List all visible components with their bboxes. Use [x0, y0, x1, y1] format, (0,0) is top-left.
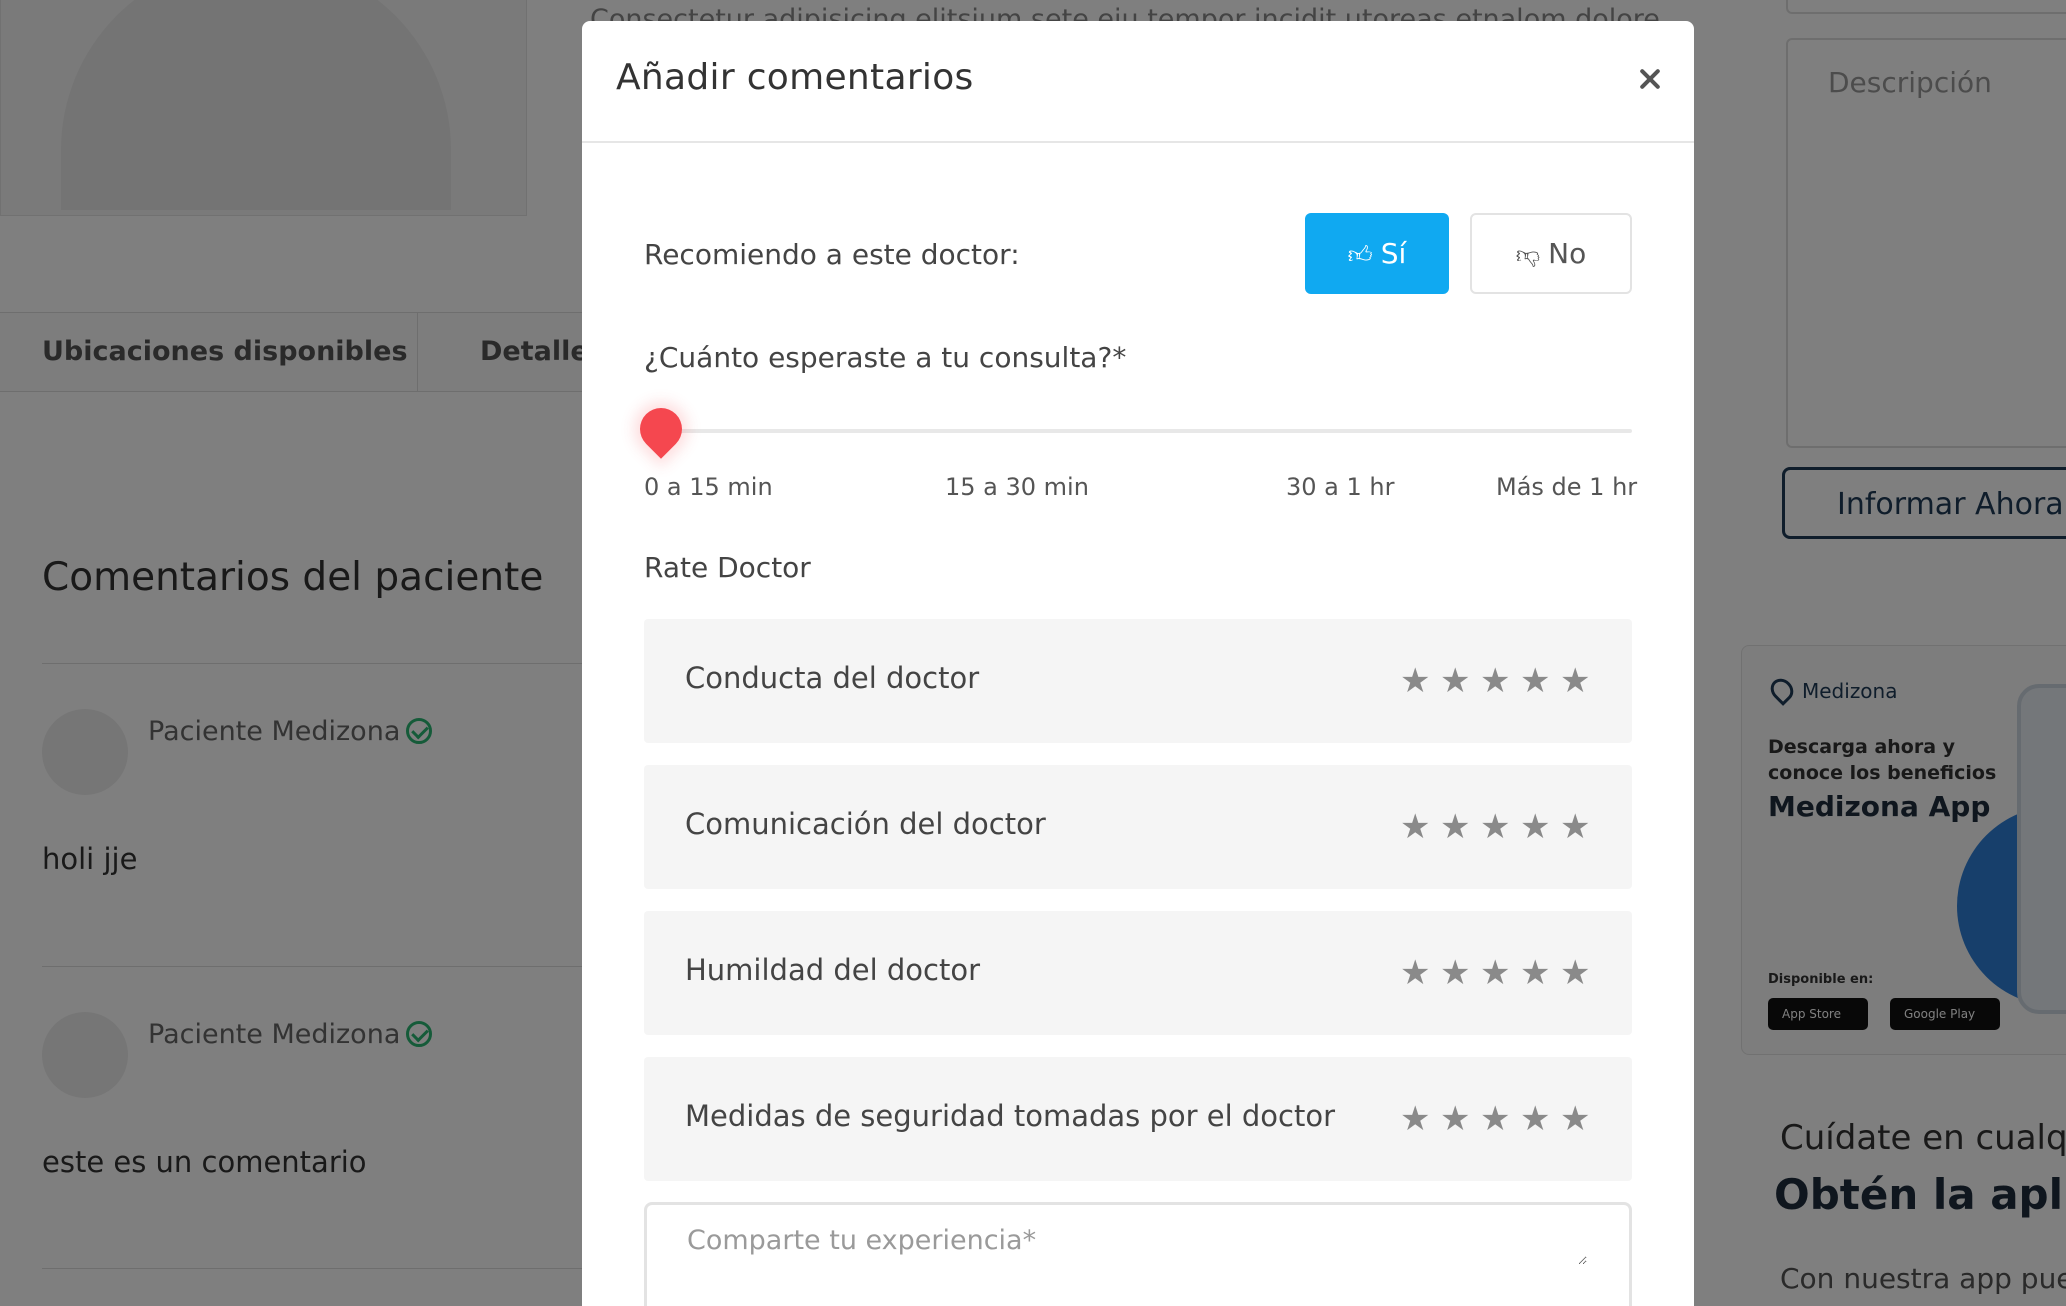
- star-icon[interactable]: ★: [1560, 799, 1590, 855]
- star-icon[interactable]: ★: [1400, 945, 1430, 1001]
- recommend-yes-label: Sí: [1380, 237, 1407, 270]
- star-icon[interactable]: ★: [1480, 945, 1510, 1001]
- recommend-yes-button[interactable]: 👍︎ Sí: [1305, 213, 1449, 294]
- modal-header: Añadir comentarios: [582, 21, 1694, 143]
- star-icon[interactable]: ★: [1440, 945, 1470, 1001]
- thumbs-up-icon: 👍︎: [1347, 241, 1373, 269]
- star-icon[interactable]: ★: [1520, 653, 1550, 709]
- star-icon[interactable]: ★: [1480, 1091, 1510, 1147]
- rating-row-communication: Comunicación del doctor ★ ★ ★ ★ ★: [644, 765, 1632, 889]
- experience-box: [644, 1202, 1632, 1306]
- modal-title: Añadir comentarios: [616, 57, 974, 98]
- thumbs-down-icon: 👎︎: [1515, 241, 1541, 269]
- experience-textarea[interactable]: [687, 1225, 1587, 1265]
- recommend-no-label: No: [1548, 237, 1587, 270]
- star-rating: ★ ★ ★ ★ ★: [1400, 1091, 1600, 1147]
- star-icon[interactable]: ★: [1520, 799, 1550, 855]
- wait-option-0-15[interactable]: 0 a 15 min: [644, 473, 773, 501]
- recommend-label: Recomiendo a este doctor:: [644, 238, 1020, 271]
- star-icon[interactable]: ★: [1560, 1091, 1590, 1147]
- wait-option-30-60[interactable]: 30 a 1 hr: [1286, 473, 1394, 501]
- rating-label: Conducta del doctor: [685, 661, 980, 695]
- star-icon[interactable]: ★: [1400, 799, 1430, 855]
- star-icon[interactable]: ★: [1560, 945, 1590, 1001]
- wait-time-slider-handle[interactable]: [631, 399, 691, 459]
- rating-row-conduct: Conducta del doctor ★ ★ ★ ★ ★: [644, 619, 1632, 743]
- star-icon[interactable]: ★: [1560, 653, 1590, 709]
- wait-time-slider[interactable]: [662, 429, 1632, 433]
- star-icon[interactable]: ★: [1440, 799, 1470, 855]
- rating-label: Humildad del doctor: [685, 953, 981, 987]
- wait-option-over-60[interactable]: Más de 1 hr: [1496, 473, 1637, 501]
- rating-label: Medidas de seguridad tomadas por el doct…: [685, 1099, 1336, 1133]
- star-icon[interactable]: ★: [1520, 1091, 1550, 1147]
- star-rating: ★ ★ ★ ★ ★: [1400, 799, 1600, 855]
- star-icon[interactable]: ★: [1400, 653, 1430, 709]
- star-rating: ★ ★ ★ ★ ★: [1400, 945, 1600, 1001]
- recommend-no-button[interactable]: 👎︎ No: [1470, 213, 1632, 294]
- star-icon[interactable]: ★: [1480, 653, 1510, 709]
- rating-row-humility: Humildad del doctor ★ ★ ★ ★ ★: [644, 911, 1632, 1035]
- rate-doctor-title: Rate Doctor: [644, 551, 811, 584]
- rating-label: Comunicación del doctor: [685, 807, 1046, 841]
- star-rating: ★ ★ ★ ★ ★: [1400, 653, 1600, 709]
- rating-row-safety: Medidas de seguridad tomadas por el doct…: [644, 1057, 1632, 1181]
- star-icon[interactable]: ★: [1440, 653, 1470, 709]
- star-icon[interactable]: ★: [1480, 799, 1510, 855]
- star-icon[interactable]: ★: [1400, 1091, 1430, 1147]
- wait-option-15-30[interactable]: 15 a 30 min: [945, 473, 1089, 501]
- add-comment-modal: Añadir comentarios Recomiendo a este doc…: [582, 21, 1694, 1306]
- star-icon[interactable]: ★: [1440, 1091, 1470, 1147]
- wait-time-label: ¿Cuánto esperaste a tu consulta?*: [644, 341, 1127, 374]
- close-icon[interactable]: [1630, 59, 1670, 99]
- star-icon[interactable]: ★: [1520, 945, 1550, 1001]
